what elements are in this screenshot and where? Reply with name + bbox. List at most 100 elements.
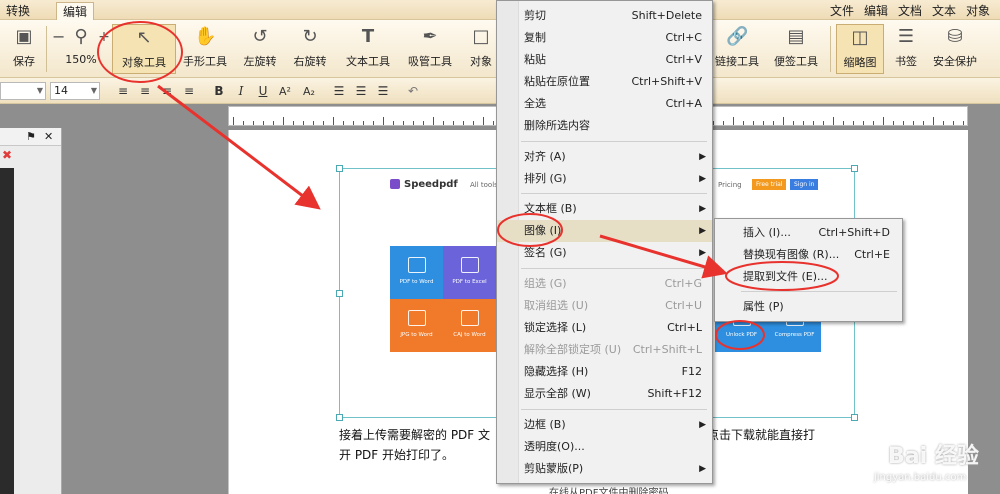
ruler-tick xyxy=(733,117,734,125)
submenu-item-properties[interactable]: 属性 (P) xyxy=(715,296,902,318)
eyedropper-tool-button[interactable]: ✒ 吸管工具 xyxy=(404,24,456,74)
menu-item-cut[interactable]: 剪切 Shift+Delete xyxy=(497,5,712,27)
menu-item-textbox[interactable]: 文本框 (B) ▶ xyxy=(497,198,712,220)
save-label: 保存 xyxy=(13,55,35,68)
italic-button[interactable]: I xyxy=(232,83,250,100)
menu-item-show-all[interactable]: 显示全部 (W) Shift+F12 xyxy=(497,383,712,405)
ruler-tick xyxy=(443,121,444,125)
page-footer-text: 在线从PDF文件中删除密码 xyxy=(549,488,669,494)
text-tool-button[interactable]: T 文本工具 xyxy=(342,24,394,74)
menu-item-delete-selection[interactable]: 删除所选内容 xyxy=(497,115,712,137)
zoom-in-button[interactable]: + xyxy=(98,24,110,74)
submenu-item-extract-to-file[interactable]: 提取到文件 (E)... xyxy=(715,266,902,288)
menu-item-paste[interactable]: 粘贴 Ctrl+V xyxy=(497,49,712,71)
menu-item-group[interactable]: 组选 (G) Ctrl+G xyxy=(497,273,712,295)
bold-button[interactable]: B xyxy=(210,83,228,100)
menu-item-paste-in-place[interactable]: 粘贴在原位置 Ctrl+Shift+V xyxy=(497,71,712,93)
menu-item-clipping-mask[interactable]: 剪贴蒙版(P) ▶ xyxy=(497,458,712,480)
magnifier-icon: ⚲ xyxy=(74,26,88,47)
document-icon xyxy=(460,257,479,273)
zoom-out-button[interactable]: − xyxy=(52,24,65,74)
menu-file[interactable]: 文件 xyxy=(830,2,854,19)
submenu-arrow-icon: ▶ xyxy=(699,464,706,474)
menu-item-unlock-all[interactable]: 解除全部锁定项 (U) Ctrl+Shift+L xyxy=(497,339,712,361)
chevron-down-icon: ▼ xyxy=(36,86,43,95)
menu-document[interactable]: 文档 xyxy=(898,2,922,19)
undo-icon[interactable]: ↶ xyxy=(404,83,422,100)
ruler-tick xyxy=(803,121,804,125)
menu-item-image[interactable]: 图像 (I) ▶ xyxy=(497,220,712,242)
font-size-select[interactable]: 14 ▼ xyxy=(50,82,100,100)
menu-object[interactable]: 对象 xyxy=(966,2,990,19)
site-nav-pricing: Pricing xyxy=(718,181,742,189)
text-tool-label: 文本工具 xyxy=(346,55,390,68)
font-family-select[interactable]: ▼ xyxy=(0,82,46,100)
thumbnail-button[interactable]: ◫ 缩略图 xyxy=(836,24,884,74)
save-button[interactable]: ▣ 保存 xyxy=(6,24,42,74)
align-justify-icon[interactable]: ≡ xyxy=(180,83,198,100)
tab-convert[interactable]: 转换 xyxy=(0,2,36,20)
menu-item-signature[interactable]: 签名 (G) ▶ xyxy=(497,242,712,264)
security-label: 安全保护 xyxy=(933,55,977,68)
link-tool-button[interactable]: 🔗 链接工具 xyxy=(714,24,760,74)
note-tool-label: 便签工具 xyxy=(774,55,818,68)
align-right-icon[interactable]: ≡ xyxy=(158,83,176,100)
menu-item-copy[interactable]: 复制 Ctrl+C xyxy=(497,27,712,49)
note-icon: ▤ xyxy=(787,26,805,47)
submenu-item-replace-image[interactable]: 替换现有图像 (R)... Ctrl+E xyxy=(715,244,902,266)
resize-handle[interactable] xyxy=(851,165,858,172)
align-left-icon[interactable]: ≡ xyxy=(114,83,132,100)
brand-name: Speedpdf xyxy=(404,179,458,190)
paragraph-spacing-icon[interactable]: ☰ xyxy=(352,83,370,100)
menu-edit[interactable]: 编辑 xyxy=(864,2,888,19)
object-button[interactable]: □ 对象 xyxy=(466,24,496,74)
eyedropper-tool-label: 吸管工具 xyxy=(408,55,452,68)
hand-tool-button[interactable]: ✋ 手形工具 xyxy=(180,24,230,74)
menu-item-ungroup[interactable]: 取消组选 (U) Ctrl+U xyxy=(497,295,712,317)
close-icon[interactable]: ✕ xyxy=(44,130,53,143)
ruler-tick xyxy=(233,117,234,125)
rotate-right-button[interactable]: ↻ 右旋转 xyxy=(290,24,330,74)
ruler-tick xyxy=(263,121,264,125)
zoom-control[interactable]: ⚲ 150% xyxy=(64,24,98,74)
menu-item-opacity[interactable]: 透明度(O)... xyxy=(497,436,712,458)
menu-item-select-all[interactable]: 全选 Ctrl+A xyxy=(497,93,712,115)
menu-text[interactable]: 文本 xyxy=(932,2,956,19)
submenu-arrow-icon: ▶ xyxy=(699,152,706,162)
object-tool-button[interactable]: ↖ 对象工具 xyxy=(112,24,176,74)
body-text-line: 接着上传需要解密的 PDF 文 xyxy=(339,428,491,442)
resize-handle[interactable] xyxy=(336,290,343,297)
tile-pdf-to-word: PDF to Word xyxy=(390,246,443,299)
chevron-down-icon: ▼ xyxy=(90,86,97,95)
rotate-left-button[interactable]: ↺ 左旋转 xyxy=(240,24,280,74)
menu-item-arrange[interactable]: 排列 (G) ▶ xyxy=(497,168,712,190)
resize-handle[interactable] xyxy=(851,414,858,421)
menu-item-border[interactable]: 边框 (B) ▶ xyxy=(497,414,712,436)
menu-item-lock-selection[interactable]: 锁定选择 (L) Ctrl+L xyxy=(497,317,712,339)
indent-icon[interactable]: ☰ xyxy=(374,83,392,100)
resize-handle[interactable] xyxy=(336,414,343,421)
tab-edit[interactable]: 编辑 xyxy=(56,2,95,20)
thumbnail-icon: ◫ xyxy=(851,27,869,48)
ruler-tick xyxy=(453,121,454,125)
ruler-tick xyxy=(883,117,884,125)
pin-icon[interactable]: ⚑ xyxy=(26,130,36,143)
subscript-button[interactable]: A₂ xyxy=(300,83,318,100)
note-tool-button[interactable]: ▤ 便签工具 xyxy=(770,24,822,74)
superscript-button[interactable]: A² xyxy=(276,83,294,100)
eyedropper-icon: ✒ xyxy=(422,26,438,47)
ruler-tick xyxy=(793,121,794,125)
align-center-icon[interactable]: ≡ xyxy=(136,83,154,100)
menu-item-align[interactable]: 对齐 (A) ▶ xyxy=(497,146,712,168)
menu-item-hide-selection[interactable]: 隐藏选择 (H) F12 xyxy=(497,361,712,383)
security-button[interactable]: ⛁ 安全保护 xyxy=(930,24,980,74)
ruler-tick xyxy=(743,121,744,125)
text-icon: T xyxy=(361,26,375,47)
ruler-tick xyxy=(893,121,894,125)
ruler-tick xyxy=(253,121,254,125)
resize-handle[interactable] xyxy=(336,165,343,172)
bookmark-button[interactable]: ☰ 书签 xyxy=(888,24,924,74)
submenu-item-insert[interactable]: 插入 (I)... Ctrl+Shift+D xyxy=(715,222,902,244)
underline-button[interactable]: U xyxy=(254,83,272,100)
line-spacing-icon[interactable]: ☰ xyxy=(330,83,348,100)
